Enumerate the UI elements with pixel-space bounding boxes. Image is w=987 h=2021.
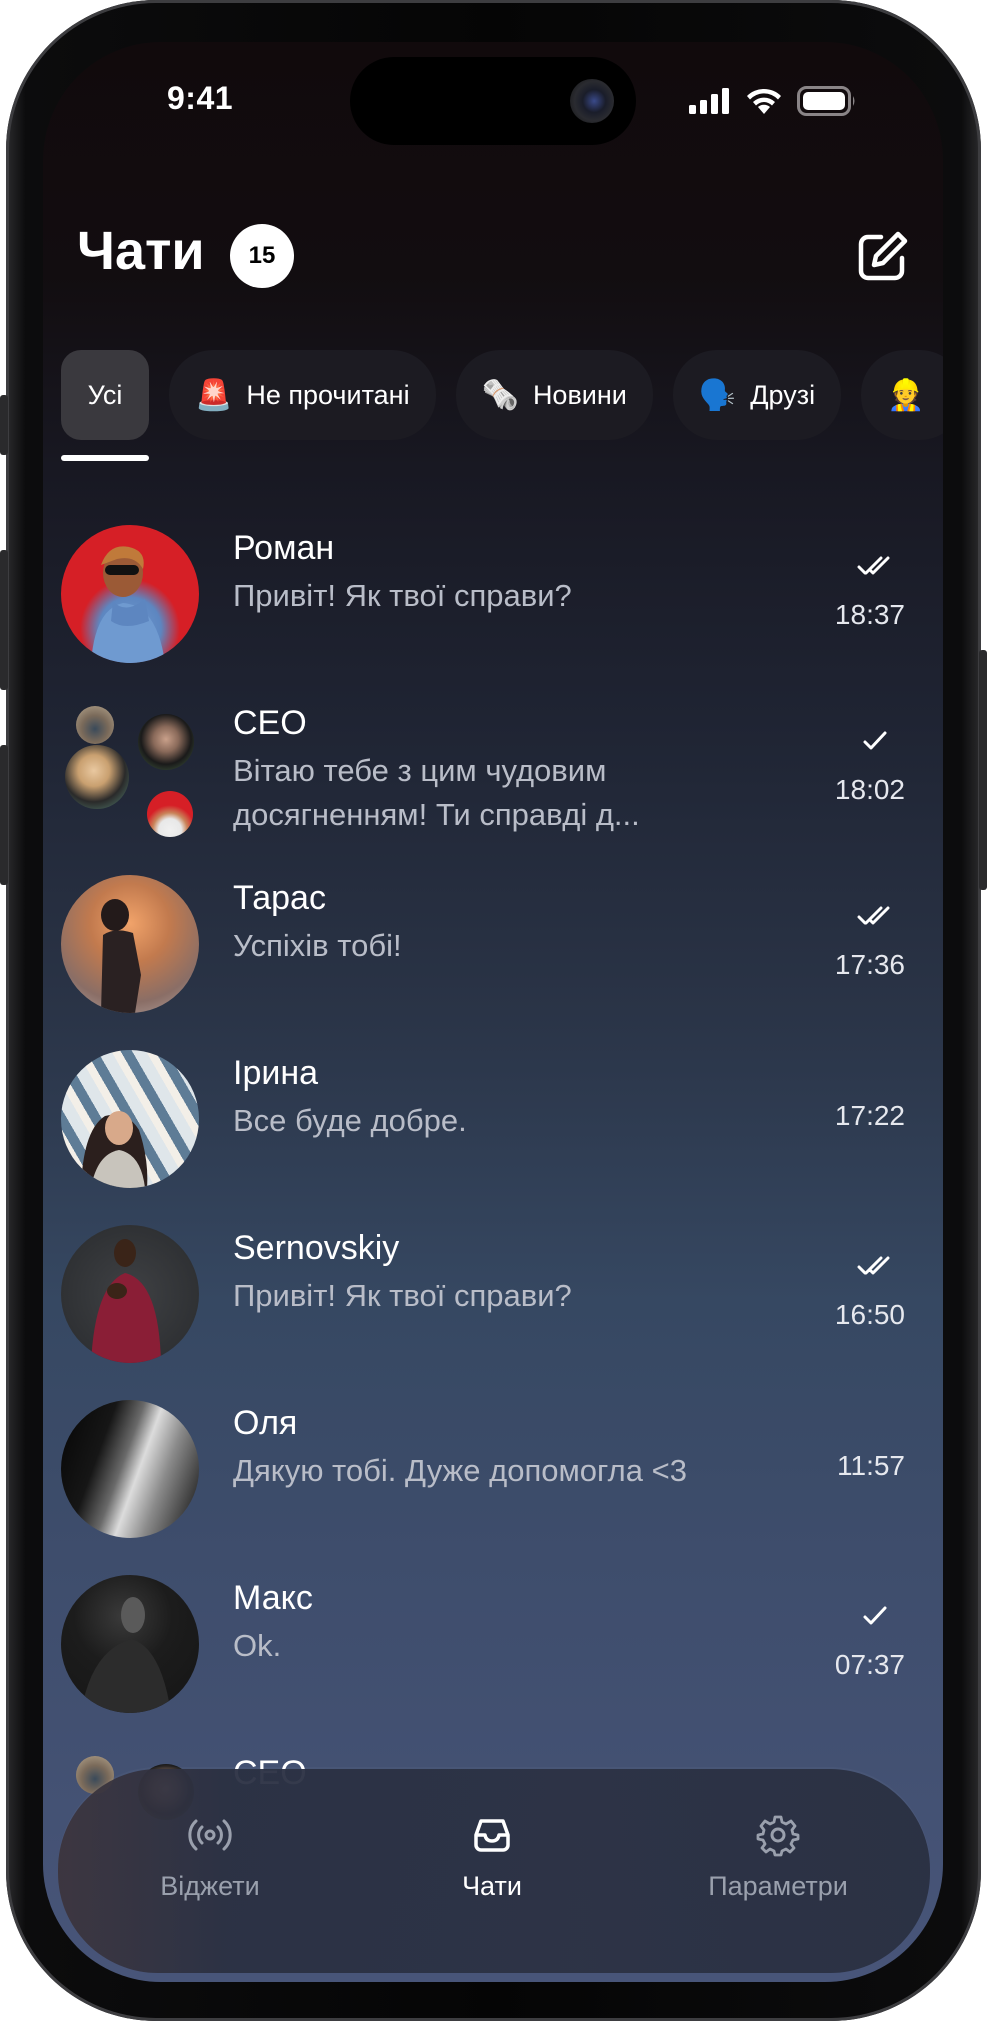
chat-row[interactable]: Макс Ok. 07:37 [43,1575,943,1735]
double-check-icon [857,906,890,925]
page-title: Чати [77,221,205,281]
tab-settings[interactable]: Параметри [678,1813,878,1902]
tab-widgets[interactable]: Віджети [110,1813,310,1902]
double-check-icon [857,556,890,575]
chat-message: Вітаю тебе з цим чудовим досягненням! Ти… [233,753,640,832]
avatar [61,875,199,1013]
chat-message: Ok. [233,1628,282,1663]
filter-tab-label: Не прочитані [246,379,410,410]
chat-name: CEO [233,704,307,742]
avatar [61,1050,199,1188]
chat-message: Привіт! Як твої справи? [233,1278,572,1313]
avatar [61,1400,199,1538]
group-member-avatar [65,745,129,809]
double-check-icon [857,1256,890,1275]
tab-label: Віджети [160,1871,260,1901]
chat-row[interactable]: Тарас Успіхів тобі! 17:36 [43,875,943,1035]
power-button [979,650,987,890]
avatar [61,1575,199,1713]
volume-down-button [0,745,8,885]
chat-name: Оля [233,1404,298,1442]
active-tab-indicator [61,455,149,461]
status-time: 9:41 [167,80,234,116]
chat-time: 17:22 [834,1100,905,1131]
chat-message: Все буде добре. [233,1103,467,1138]
speaking-head-icon: 🗣️ [698,378,737,412]
group-member-avatar [76,706,114,744]
filter-tab-news[interactable]: 🗞️ Новини [455,350,653,440]
avatar [61,525,199,663]
chat-message: Привіт! Як твої справи? [233,578,572,613]
action-button [0,395,8,455]
avatar [61,1225,199,1363]
construction-worker-icon: 👷 [887,378,925,412]
newspaper-icon: 🗞️ [481,378,519,412]
chat-message: Дякую тобі. Дуже допомогла <3 [233,1453,687,1488]
cellular-signal-icon [689,88,729,114]
chat-row[interactable]: Sernovskiy Привіт! Як твої справи? 16:50 [43,1225,943,1385]
chat-time: 11:57 [837,1450,905,1481]
broadcast-icon [188,1819,232,1851]
tab-label: Чати [462,1871,522,1901]
chat-row[interactable]: Роман Привіт! Як твої справи? 18:37 [43,525,943,685]
chat-name: Ірина [233,1054,319,1092]
tab-label: Параметри [708,1871,848,1901]
phone-frame: 9:41 Чати 15 Усі 🚨 Не прочитані 🗞️ Новин… [0,0,987,2021]
chat-message: Успіхів тобі! [233,928,402,963]
chat-name: Тарас [233,879,326,917]
group-member-avatar [147,791,193,837]
filter-tab-unread[interactable]: 🚨 Не прочитані [169,350,436,440]
single-check-icon [863,731,887,750]
siren-icon: 🚨 [195,378,233,412]
filter-tab-all[interactable]: Усі [61,350,149,440]
gear-icon [756,1815,800,1857]
compose-icon [858,231,908,281]
chat-time: 17:36 [834,949,905,980]
volume-up-button [0,550,8,690]
filter-tab-friends[interactable]: 🗣️ Друзі [672,350,842,440]
chat-name: Роман [233,529,335,567]
chat-name: Макс [233,1579,313,1617]
single-check-icon [863,1606,887,1625]
filter-tab-work[interactable]: 👷 [861,350,943,440]
chat-time: 18:02 [834,774,905,805]
bottom-tab-bar: Віджети Чати Параметри [58,1769,930,1973]
filter-tab-label: Усі [87,379,123,410]
dynamic-island [350,57,636,145]
group-member-avatar [138,714,194,770]
chat-row[interactable]: CEO Вітаю тебе з цим чудовим досягненням… [43,700,943,860]
filter-tabs: Усі 🚨 Не прочитані 🗞️ Новини 🗣️ Друзі 👷 [61,350,943,440]
chat-name: Sernovskiy [233,1229,400,1267]
tab-chats[interactable]: Чати [392,1813,592,1902]
chat-time: 16:50 [834,1299,905,1330]
chat-time: 07:37 [834,1649,905,1680]
inbox-icon [474,1819,510,1852]
chat-row[interactable]: Оля Дякую тобі. Дуже допомогла <3 11:57 [43,1400,943,1560]
wifi-icon [747,88,781,114]
filter-tab-label: Друзі [750,379,816,410]
compose-button[interactable] [855,228,911,284]
battery-icon [797,86,855,116]
chat-row[interactable]: Ірина Все буде добре. 17:22 [43,1050,943,1210]
camera-icon [570,79,614,123]
chat-time: 18:37 [834,599,905,630]
unread-count-badge: 15 [230,224,294,288]
screen: 9:41 Чати 15 Усі 🚨 Не прочитані 🗞️ Новин… [43,42,943,1982]
filter-tab-label: Новини [532,379,627,410]
status-icons [689,86,857,116]
